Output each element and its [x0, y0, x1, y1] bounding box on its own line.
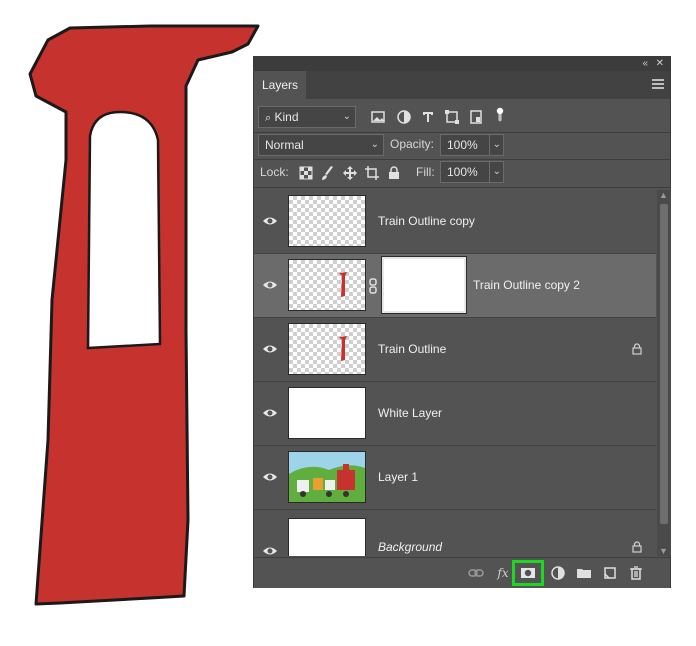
new-layer-icon[interactable]	[602, 565, 618, 581]
white-window-shape	[86, 110, 162, 350]
layer-row[interactable]: Background	[254, 510, 656, 556]
smart-object-filter-icon[interactable]	[468, 109, 484, 125]
lock-image-pixels-icon[interactable]	[320, 165, 336, 181]
chevron-down-icon: ⌄	[492, 166, 501, 177]
layer-thumbnail	[288, 387, 366, 439]
trash-icon[interactable]	[628, 565, 644, 581]
layer-name[interactable]: Background	[378, 540, 442, 554]
tab-layers[interactable]: Layers	[254, 71, 306, 99]
add-mask-icon[interactable]	[520, 565, 536, 581]
link-icon[interactable]	[468, 565, 484, 581]
scroll-up-icon[interactable]: ▲	[659, 190, 668, 200]
visibility-eye-icon[interactable]	[262, 544, 278, 556]
divider	[254, 132, 670, 133]
layer-row-selected[interactable]: Train Outline copy 2	[254, 254, 656, 318]
lock-artboard-icon[interactable]	[364, 165, 380, 181]
visibility-eye-icon[interactable]	[262, 278, 278, 292]
adjustment-icon[interactable]	[550, 565, 566, 581]
divider	[254, 187, 670, 188]
visibility-eye-icon[interactable]	[262, 406, 278, 420]
scrollbar-thumb[interactable]	[660, 204, 668, 524]
fill-label: Fill:	[416, 165, 435, 179]
red-outline-thumbnail	[339, 272, 347, 297]
panel-titlebar: « ✕	[254, 57, 670, 71]
layer-row[interactable]: Train Outline	[254, 318, 656, 382]
panel-menu-icon[interactable]	[652, 79, 664, 89]
layers-scrollbar[interactable]: ▲ ▼	[657, 190, 671, 556]
layer-name[interactable]: Layer 1	[378, 470, 418, 484]
layer-row[interactable]: Train Outline copy	[254, 190, 656, 254]
red-outline-thumbnail	[339, 336, 347, 361]
lock-icon	[632, 541, 642, 553]
tab-row: Layers	[254, 71, 670, 99]
layer-mask-thumbnail[interactable]	[381, 256, 467, 314]
lock-all-icon[interactable]	[386, 165, 402, 181]
layer-row[interactable]: Layer 1	[254, 446, 656, 510]
layer-name[interactable]: Train Outline copy	[378, 214, 475, 228]
filter-toggle-icon[interactable]	[492, 107, 508, 123]
visibility-eye-icon[interactable]	[262, 342, 278, 356]
visibility-eye-icon[interactable]	[262, 470, 278, 484]
layers-panel: « ✕ Layers ⌕ Kind ⌄ Normal ⌄ Opacity: 10…	[253, 56, 671, 588]
lock-position-icon[interactable]	[342, 165, 358, 181]
shape-filter-icon[interactable]	[444, 109, 460, 125]
illustration-thumbnail	[289, 452, 365, 502]
layer-row[interactable]: White Layer	[254, 382, 656, 446]
folder-icon[interactable]	[576, 565, 592, 581]
layers-bottom-toolbar: fx	[254, 557, 670, 588]
fill-dropdown[interactable]: ⌄	[489, 161, 504, 183]
layer-thumbnail	[288, 259, 366, 311]
adjustment-filter-icon[interactable]	[396, 109, 412, 125]
mask-link-icon[interactable]	[368, 278, 378, 294]
visibility-eye-icon[interactable]	[262, 214, 278, 228]
layer-thumbnail	[288, 195, 366, 247]
blend-mode-value: Normal	[265, 138, 304, 152]
fx-icon[interactable]: fx	[495, 565, 511, 581]
opacity-label: Opacity:	[390, 137, 435, 151]
chevron-down-icon: ⌄	[342, 111, 351, 122]
opacity-dropdown[interactable]: ⌄	[489, 134, 504, 156]
close-icon[interactable]: ✕	[656, 57, 664, 71]
fill-input[interactable]: 100%	[440, 161, 490, 183]
layer-name[interactable]: Train Outline copy 2	[473, 278, 580, 292]
opacity-input[interactable]: 100%	[440, 134, 490, 156]
image-filter-icon[interactable]	[370, 109, 386, 125]
layer-thumbnail	[288, 518, 366, 556]
lock-icon	[632, 343, 642, 355]
blend-mode-select[interactable]: Normal ⌄	[258, 134, 384, 156]
divider	[254, 159, 670, 160]
filter-kind-label: Kind	[274, 110, 299, 124]
layer-thumbnail	[288, 451, 366, 503]
layer-name[interactable]: Train Outline	[378, 342, 446, 356]
chevron-down-icon: ⌄	[370, 139, 379, 150]
layer-thumbnail	[288, 323, 366, 375]
layer-name[interactable]: White Layer	[378, 406, 442, 420]
lock-transparent-pixels-icon[interactable]	[298, 165, 314, 181]
search-icon: ⌕	[265, 112, 272, 124]
lock-label: Lock:	[260, 165, 289, 179]
collapse-icon[interactable]: «	[642, 57, 648, 71]
filter-kind-select[interactable]: ⌕ Kind ⌄	[258, 106, 356, 128]
chevron-down-icon: ⌄	[492, 139, 501, 150]
type-filter-icon[interactable]	[420, 109, 436, 125]
scroll-down-icon[interactable]: ▼	[659, 546, 668, 556]
